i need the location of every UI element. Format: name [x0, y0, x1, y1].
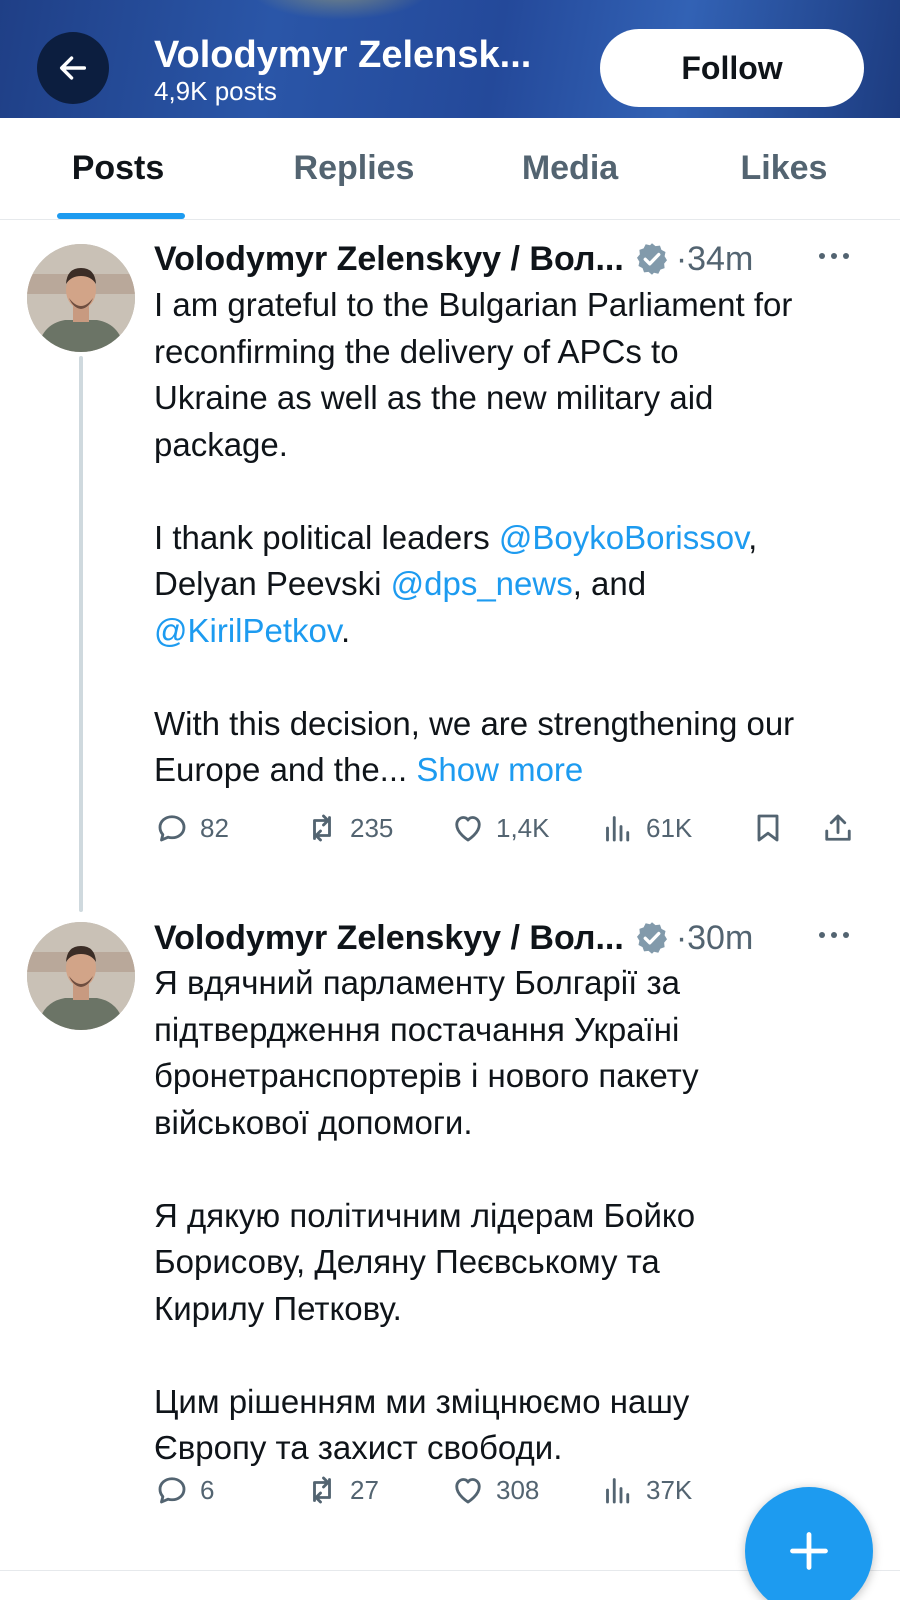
tab-label: Media [521, 149, 619, 187]
text-line: підтвердження постачання Україні [154, 1010, 680, 1048]
like-button[interactable]: 308 [450, 1470, 539, 1510]
profile-header: Volodymyr Zelensk... 4,9K posts Follow [0, 0, 900, 118]
mention-link[interactable]: @KirilPetkov [154, 612, 341, 649]
repost-icon [313, 814, 331, 842]
reply-button[interactable]: 82 [154, 808, 229, 848]
reply-icon [158, 815, 186, 842]
reply-count: 82 [200, 812, 229, 843]
active-tab-indicator [57, 213, 185, 219]
tab-label: Likes [740, 149, 828, 187]
heart-icon [455, 1478, 481, 1504]
repost-count: 27 [350, 1474, 379, 1505]
plus-icon [790, 1532, 828, 1570]
avatar[interactable] [27, 922, 135, 1030]
share-icon [825, 814, 851, 841]
text-line: reconfirming the delivery of APCs to [154, 332, 679, 370]
text-line: Я дякую політичним лідерам Бойко [154, 1196, 696, 1234]
post[interactable]: Volodymyr Zelenskyy / Вол... ·34m I am g… [0, 222, 900, 912]
reply-icon [158, 1477, 186, 1504]
views-button[interactable]: 37K [600, 1470, 692, 1510]
post-header: Volodymyr Zelenskyy / Вол... ·30m [154, 916, 874, 960]
like-button[interactable]: 1,4K [450, 808, 550, 848]
tab-replies[interactable]: Replies [236, 118, 472, 219]
author-name[interactable]: Volodymyr Zelenskyy / Вол... [154, 240, 624, 279]
author-name[interactable]: Volodymyr Zelenskyy / Вол... [154, 919, 624, 958]
post-text: Я вдячний парламенту Болгарії за підтвер… [154, 960, 874, 1472]
repost-icon [313, 1476, 331, 1504]
arrow-left-icon [59, 56, 87, 80]
reply-button[interactable]: 6 [154, 1470, 214, 1510]
post-time[interactable]: ·34m [676, 240, 753, 279]
text-line: @KirilPetkov. [154, 608, 874, 655]
views-count: 61K [646, 812, 693, 843]
avatar[interactable] [27, 244, 135, 352]
text-line: I am grateful to the Bulgarian Parliamen… [154, 286, 793, 323]
bookmark-icon [757, 814, 779, 842]
share-button[interactable] [820, 808, 856, 848]
tab-likes[interactable]: Likes [668, 118, 900, 219]
text-line: Кирилу Петкову. [154, 1289, 402, 1327]
views-icon [606, 816, 630, 842]
text-line: I thank political leaders @BoykoBorissov… [154, 515, 874, 562]
more-dots-icon[interactable] [814, 918, 854, 952]
text-segment: Europe and the... [154, 751, 417, 788]
like-count: 1,4K [496, 812, 550, 843]
text-segment: Delyan Peevski [154, 565, 391, 602]
post-header: Volodymyr Zelenskyy / Вол... ·34m [154, 237, 874, 281]
back-button[interactable] [37, 32, 109, 104]
text-line: Європу та захист свободи. [154, 1429, 563, 1466]
verified-badge-icon [636, 922, 667, 954]
text-line: Борисову, Деляну Пеєвському та [154, 1243, 660, 1280]
profile-tabs: Posts Replies Media Likes [0, 118, 900, 220]
repost-count: 235 [350, 812, 394, 843]
text-segment: , [748, 518, 758, 556]
text-line: package. [154, 425, 288, 463]
post-actions: 82 235 1,4K 61K [154, 808, 874, 848]
posts-count: 4,9K posts [154, 76, 277, 106]
post-text: I am grateful to the Bulgarian Parliamen… [154, 282, 874, 794]
tab-label: Replies [293, 149, 415, 187]
reply-count: 6 [200, 1474, 215, 1505]
text-line: бронетранспортерів і нового пакету [154, 1057, 699, 1094]
repost-button[interactable]: 27 [304, 1470, 379, 1510]
tab-media[interactable]: Media [472, 118, 668, 219]
repost-button[interactable]: 235 [304, 808, 393, 848]
text-segment: , and [572, 565, 647, 602]
text-line: військової допомоги. [154, 1103, 473, 1141]
text-segment: I thank political leaders [154, 518, 499, 556]
verified-badge-icon [636, 243, 667, 275]
post-time[interactable]: ·30m [676, 919, 753, 958]
views-button[interactable]: 61K [600, 808, 692, 848]
mention-link[interactable]: @dps_news [391, 565, 573, 602]
like-count: 308 [496, 1474, 540, 1505]
views-count: 37K [646, 1474, 693, 1505]
profile-name: Volodymyr Zelensk... [154, 34, 532, 76]
mention-link[interactable]: @BoykoBorissov [499, 519, 748, 556]
tab-label: Posts [71, 149, 165, 187]
thread-line [79, 356, 83, 912]
text-line: Я вдячний парламенту Болгарії за [154, 964, 680, 1001]
show-more-link[interactable]: Show more [416, 751, 583, 788]
text-segment: . [340, 611, 351, 649]
text-line: Цим рішенням ми зміцнюємо нашу [154, 1382, 690, 1420]
follow-button[interactable]: Follow [600, 29, 864, 107]
heart-icon [455, 816, 481, 842]
post[interactable]: Volodymyr Zelenskyy / Вол... ·30m Я вдяч… [0, 900, 900, 1580]
text-line: Europe and the... Show more [154, 747, 874, 794]
more-dots-icon[interactable] [814, 239, 854, 273]
text-line: Ukraine as well as the new military aid [154, 379, 714, 416]
text-line: With this decision, we are strengthening… [154, 704, 795, 742]
bookmark-button[interactable] [750, 808, 786, 848]
tab-posts[interactable]: Posts [0, 118, 236, 219]
text-line: Delyan Peevski @dps_news, and [154, 561, 874, 608]
views-icon [606, 1478, 630, 1504]
